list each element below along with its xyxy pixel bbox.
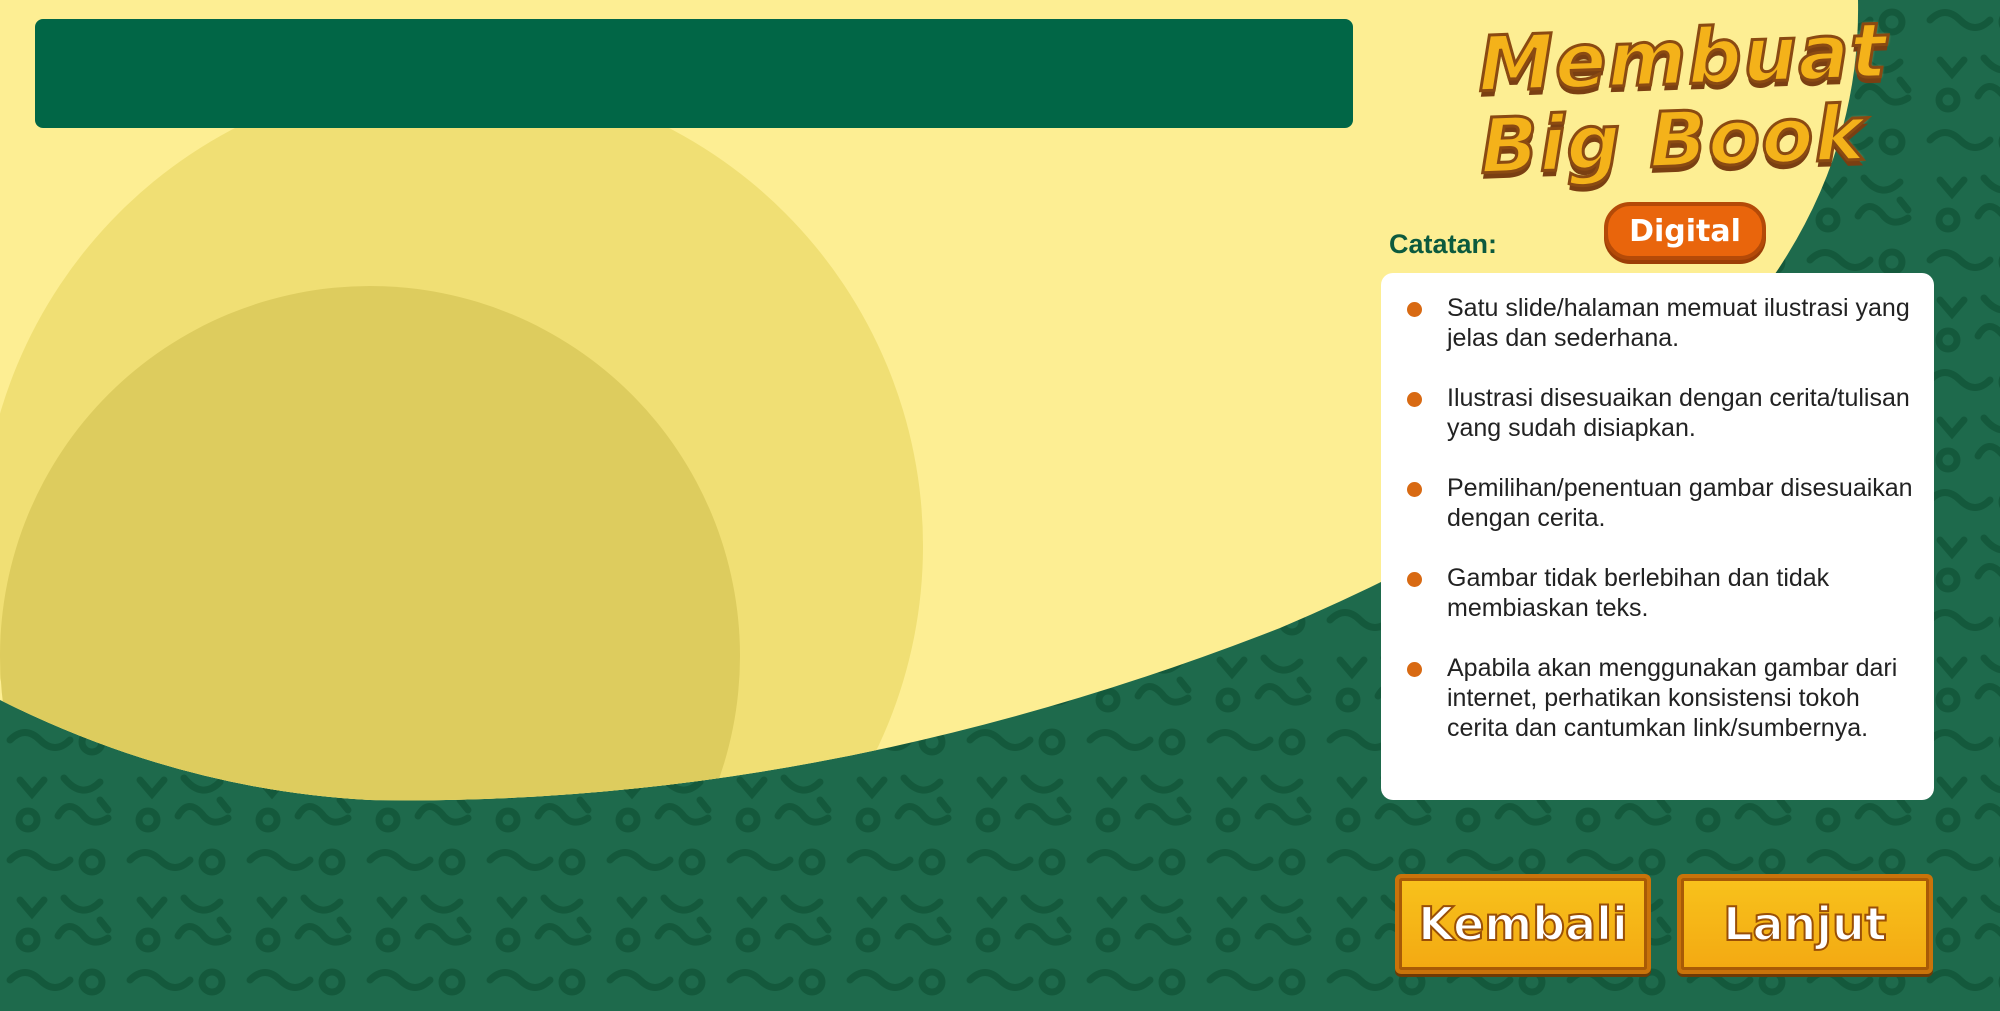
bullet-icon (1407, 482, 1422, 497)
note-item: Satu slide/halaman memuat ilustrasi yang… (1405, 293, 1918, 353)
note-text: Satu slide/halaman memuat ilustrasi yang… (1447, 294, 1910, 352)
notes-card: Satu slide/halaman memuat ilustrasi yang… (1381, 273, 1934, 800)
bullet-icon (1407, 572, 1422, 587)
note-item: Apabila akan menggunakan gambar dari int… (1405, 653, 1918, 743)
note-item: Pemilihan/penentuan gambar disesuaikan d… (1405, 473, 1918, 533)
bullet-icon (1407, 302, 1422, 317)
note-text: Gambar tidak berlebihan dan tidak membia… (1447, 564, 1830, 622)
logo-title-line-2: Big Book (1477, 87, 1869, 192)
next-button[interactable]: Lanjut (1677, 874, 1933, 974)
bullet-icon (1407, 392, 1422, 407)
note-text: Apabila akan menggunakan gambar dari int… (1447, 654, 1898, 742)
digital-badge: Digital (1604, 202, 1766, 260)
back-button[interactable]: Kembali (1395, 874, 1651, 974)
logo: Membuat Big Book Digital (1475, 4, 1890, 264)
note-text: Ilustrasi disesuaikan dengan cerita/tuli… (1447, 384, 1910, 442)
note-text: Pemilihan/penentuan gambar disesuaikan d… (1447, 474, 1913, 532)
slide-canvas: Membuat Big Book Digital Catatan: Satu s… (0, 0, 2000, 1011)
note-item: Ilustrasi disesuaikan dengan cerita/tuli… (1405, 383, 1918, 443)
bullet-icon (1407, 662, 1422, 677)
notes-heading: Catatan: (1389, 229, 1498, 259)
note-item: Gambar tidak berlebihan dan tidak membia… (1405, 563, 1918, 623)
title-bar (35, 19, 1353, 128)
